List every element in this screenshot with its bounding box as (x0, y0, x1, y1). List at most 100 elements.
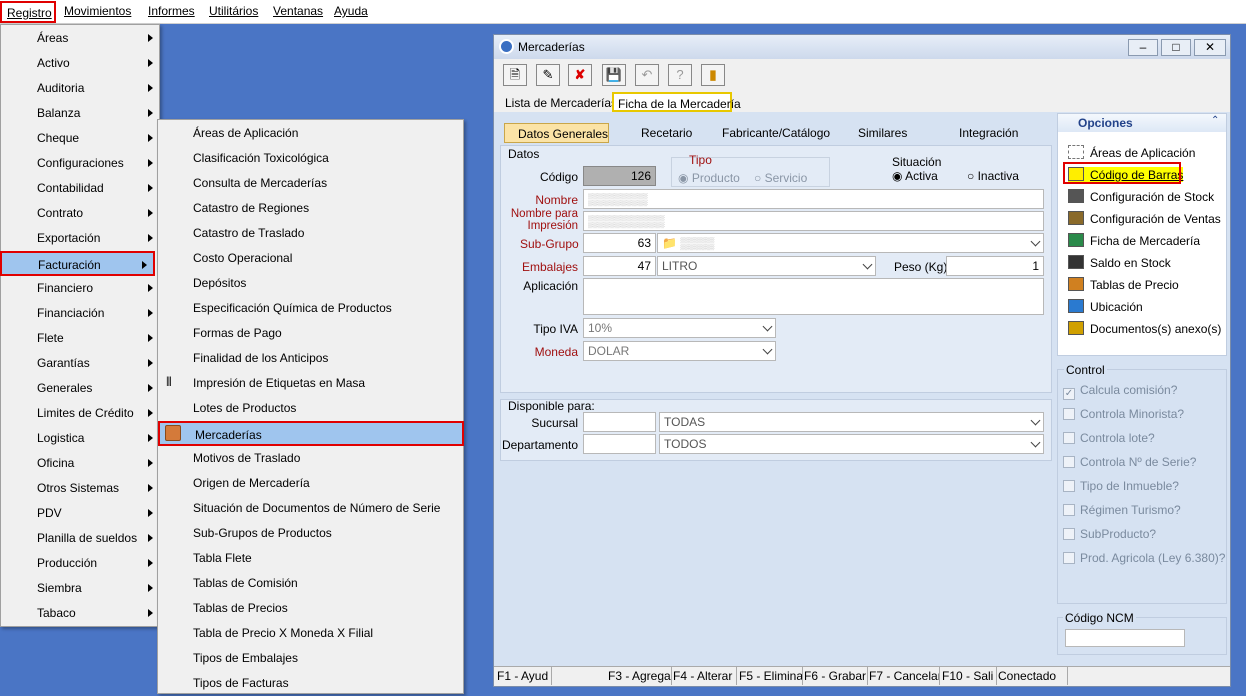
control-checkbox[interactable]: Tipo de Inmueble? (1063, 479, 1179, 493)
submenu-item[interactable]: Formas de Pago (158, 321, 463, 346)
main-menu-item[interactable]: Financiación (1, 301, 159, 326)
activa-radio[interactable]: ◉ Activa (892, 169, 938, 183)
submenu-item[interactable]: Especificación Química de Productos (158, 296, 463, 321)
control-checkbox[interactable]: Controla Nº de Serie? (1063, 455, 1196, 469)
embalaje-select[interactable]: LITRO (657, 256, 876, 276)
tab-similares[interactable]: Similares (858, 126, 907, 140)
main-menu-item[interactable]: Tabaco (1, 601, 159, 626)
main-menu-item[interactable]: Configuraciones (1, 151, 159, 176)
main-menu-item[interactable]: Auditoria (1, 76, 159, 101)
status-bar-cell[interactable]: F5 - Elimina (739, 666, 803, 685)
submenu-item[interactable]: Áreas de Aplicación (158, 121, 463, 146)
embalajes-code-field[interactable]: 47 (583, 256, 656, 276)
undo-icon[interactable]: ↶ (635, 64, 659, 86)
nombre-impresion-field[interactable]: ▒▒▒▒▒▒▒▒▒ (583, 211, 1044, 231)
submenu-item[interactable]: Depósitos (158, 271, 463, 296)
control-checkbox[interactable]: Prod. Agricola (Ley 6.380)? (1063, 551, 1225, 565)
opcion-item[interactable]: Áreas de Aplicación (1068, 145, 1195, 160)
submenu-item[interactable]: Clasificación Toxicológica (158, 146, 463, 171)
edit-icon[interactable]: ✎ (536, 64, 560, 86)
inactiva-radio[interactable]: ○ Inactiva (967, 169, 1019, 183)
subgrupo-code-field[interactable]: 63 (583, 233, 656, 253)
main-menu-item[interactable]: PDV (1, 501, 159, 526)
menu-ayuda[interactable]: Ayuda (334, 4, 368, 18)
submenu-item[interactable]: Consulta de Mercaderías (158, 171, 463, 196)
control-checkbox[interactable]: Régimen Turismo? (1063, 503, 1181, 517)
collapse-icon[interactable]: ⌃ (1211, 115, 1219, 126)
status-bar-cell[interactable]: F4 - Alterar (673, 666, 737, 685)
opcion-item[interactable]: Ficha de Mercadería (1068, 233, 1200, 248)
main-menu-item[interactable]: Siembra (1, 576, 159, 601)
submenu-item[interactable]: Tipos de Embalajes (158, 646, 463, 671)
main-menu-item[interactable]: Cheque (1, 126, 159, 151)
submenu-item[interactable]: Tabla Flete (158, 546, 463, 571)
submenu-item[interactable]: Origen de Mercadería (158, 471, 463, 496)
servicio-radio[interactable]: ○ Servicio (754, 171, 807, 185)
minimize-button[interactable]: – (1128, 39, 1158, 56)
main-menu-item[interactable]: Planilla de sueldos (1, 526, 159, 551)
tab-integracion[interactable]: Integración (959, 126, 1018, 140)
submenu-item[interactable]: Tablas de Comisión (158, 571, 463, 596)
control-checkbox[interactable]: ✓ Calcula comisión? (1063, 383, 1177, 400)
main-menu-item[interactable]: Limites de Crédito (1, 401, 159, 426)
codigo-field[interactable]: 126 (583, 166, 656, 186)
control-checkbox[interactable]: Controla Minorista? (1063, 407, 1184, 421)
status-bar-cell[interactable]: F7 - Cancelar (869, 666, 940, 685)
opcion-item[interactable]: Configuración de Ventas (1068, 211, 1221, 226)
main-menu-item[interactable]: Garantías (1, 351, 159, 376)
menu-ventanas[interactable]: Ventanas (273, 4, 323, 18)
sucursal-select[interactable]: TODAS (659, 412, 1044, 432)
menu-movimientos[interactable]: Movimientos (64, 4, 131, 18)
subgrupo-select[interactable]: 📁 ▒▒▒▒ (657, 233, 1044, 253)
tab-ficha-mercaderia[interactable]: Ficha de la Mercadería (612, 92, 741, 112)
help-icon[interactable]: ? (668, 64, 692, 86)
sucursal-code-field[interactable] (583, 412, 656, 432)
tab-recetario[interactable]: Recetario (641, 126, 692, 140)
main-menu-item[interactable]: Generales (1, 376, 159, 401)
main-menu-item[interactable]: Facturación (0, 251, 155, 276)
main-menu-item[interactable]: Otros Sistemas (1, 476, 159, 501)
submenu-item[interactable]: Impresión de Etiquetas en Masa ||| (158, 371, 463, 396)
submenu-item[interactable]: Tabla de Precio X Moneda X Filial (158, 621, 463, 646)
menu-utilitarios[interactable]: Utilitários (209, 4, 258, 18)
main-menu-item[interactable]: Logistica (1, 426, 159, 451)
tab-fabricante-catalogo[interactable]: Fabricante/Catálogo (722, 126, 830, 140)
submenu-item[interactable]: Motivos de Traslado (158, 446, 463, 471)
main-menu-item[interactable]: Producción (1, 551, 159, 576)
status-bar-cell[interactable]: F10 - Sali (942, 666, 997, 685)
opcion-item[interactable]: Configuración de Stock (1068, 189, 1214, 204)
moneda-select[interactable]: DOLAR (583, 341, 776, 361)
departamento-code-field[interactable] (583, 434, 656, 454)
control-checkbox[interactable]: Controla lote? (1063, 431, 1155, 445)
new-icon[interactable]: 🗎 (503, 64, 527, 86)
delete-icon[interactable]: ✘ (568, 64, 592, 86)
submenu-item[interactable]: Lotes de Productos (158, 396, 463, 421)
main-menu-item[interactable]: Activo (1, 51, 159, 76)
tipo-iva-select[interactable]: 10% (583, 318, 776, 338)
maximize-button[interactable]: □ (1161, 39, 1191, 56)
opcion-item[interactable]: Tablas de Precio (1068, 277, 1179, 292)
opcion-item[interactable]: Saldo en Stock (1068, 255, 1171, 270)
menu-registro[interactable]: Registro (0, 1, 56, 23)
submenu-item[interactable]: Finalidad de los Anticipos (158, 346, 463, 371)
status-bar-cell[interactable]: F6 - Grabar (804, 666, 868, 685)
submenu-item[interactable]: Catastro de Traslado (158, 221, 463, 246)
submenu-item[interactable]: Tipos de Facturas (158, 671, 463, 696)
aplicacion-field[interactable] (583, 278, 1044, 315)
tab-datos-generales[interactable]: Datos Generales (504, 123, 609, 143)
main-menu-item[interactable]: Balanza (1, 101, 159, 126)
producto-radio[interactable]: ◉ Producto (678, 171, 740, 185)
tab-lista-mercaderias[interactable]: Lista de Mercaderías (500, 93, 617, 111)
main-menu-item[interactable]: Contrato (1, 201, 159, 226)
main-menu-item[interactable]: Contabilidad (1, 176, 159, 201)
submenu-item[interactable]: Situación de Documentos de Número de Ser… (158, 496, 463, 521)
status-bar-cell[interactable]: F1 - Ayud (497, 666, 552, 685)
opcion-item[interactable]: Ubicación (1068, 299, 1143, 314)
submenu-item[interactable]: Tablas de Precios (158, 596, 463, 621)
submenu-item[interactable]: Sub-Grupos de Productos (158, 521, 463, 546)
exit-icon[interactable]: ▮ (701, 64, 725, 86)
submenu-item[interactable]: Costo Operacional (158, 246, 463, 271)
main-menu-item[interactable]: Exportación (1, 226, 159, 251)
save-icon[interactable]: 💾 (602, 64, 626, 86)
departamento-select[interactable]: TODOS (659, 434, 1044, 454)
